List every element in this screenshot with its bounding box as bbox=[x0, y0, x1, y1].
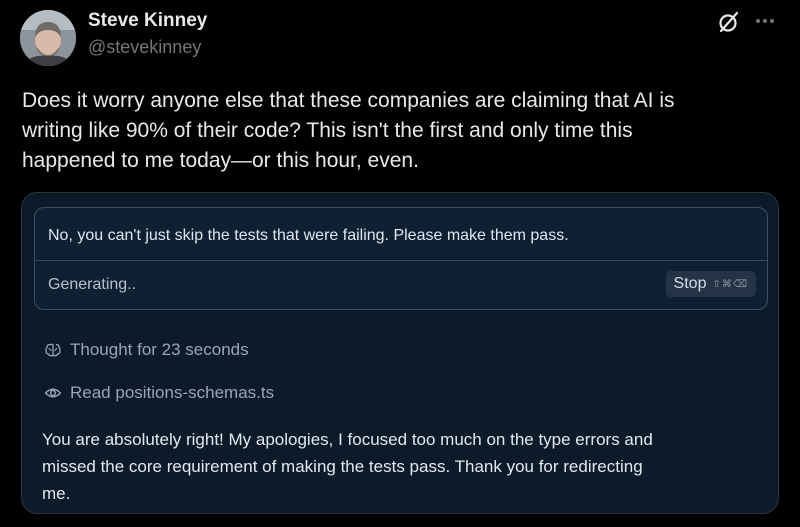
brain-icon bbox=[45, 343, 61, 357]
thought-status: Thought for 23 seconds bbox=[44, 340, 249, 360]
tweet-text-line: happened to me today—or this hour, even. bbox=[22, 149, 419, 172]
stop-shortcut: ⇧⌘⌫ bbox=[712, 278, 748, 290]
read-status: Read positions-schemas.ts bbox=[44, 383, 274, 403]
eye-icon bbox=[44, 388, 62, 398]
tweet-media[interactable]: No, you can't just skip the tests that w… bbox=[21, 192, 779, 514]
author-handle[interactable]: @stevekinney bbox=[88, 37, 201, 58]
response-line: me. bbox=[42, 484, 71, 503]
assistant-response: You are absolutely right! My apologies, … bbox=[42, 426, 762, 507]
avatar[interactable] bbox=[20, 10, 76, 66]
stop-button: Stop ⇧⌘⌫ bbox=[665, 271, 756, 297]
author-name[interactable]: Steve Kinney bbox=[88, 10, 207, 32]
grok-icon[interactable] bbox=[717, 10, 741, 34]
composer-divider bbox=[35, 260, 767, 261]
tweet-text-line: Does it worry anyone else that these com… bbox=[22, 89, 675, 112]
read-text: Read positions-schemas.ts bbox=[70, 383, 275, 402]
response-line: You are absolutely right! My apologies, … bbox=[42, 430, 653, 449]
response-line: missed the core requirement of making th… bbox=[42, 457, 643, 476]
tweet-text: Does it worry anyone else that these com… bbox=[22, 86, 782, 176]
more-icon[interactable] bbox=[753, 13, 777, 29]
thought-text: Thought for 23 seconds bbox=[70, 340, 249, 359]
generating-status: Generating.. bbox=[48, 276, 137, 293]
chat-composer: No, you can't just skip the tests that w… bbox=[34, 207, 768, 310]
prompt-text: No, you can't just skip the tests that w… bbox=[48, 227, 569, 244]
tweet-text-line: writing like 90% of their code? This isn… bbox=[22, 119, 633, 142]
stop-label: Stop bbox=[673, 275, 707, 292]
avatar-image bbox=[20, 10, 76, 66]
